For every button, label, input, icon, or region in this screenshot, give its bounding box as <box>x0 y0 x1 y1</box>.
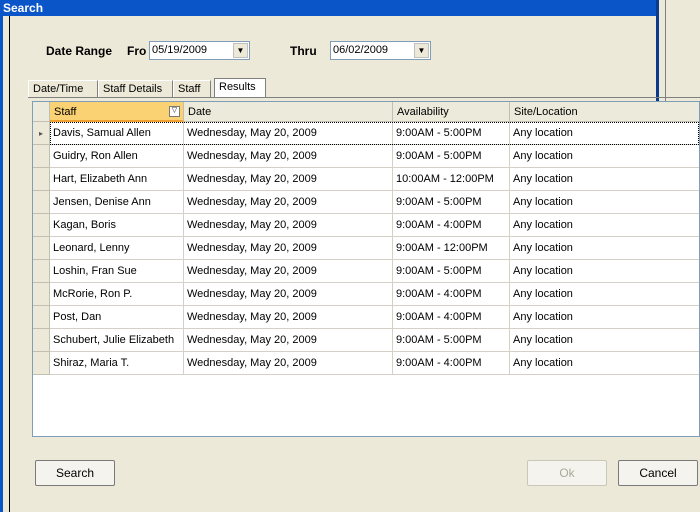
table-cell[interactable]: Wednesday, May 20, 2009 <box>184 122 393 145</box>
row-header[interactable] <box>33 214 50 237</box>
table-cell[interactable]: Kagan, Boris <box>50 214 184 237</box>
column-header-label: Staff <box>54 106 77 118</box>
row-header[interactable] <box>33 260 50 283</box>
row-header[interactable] <box>33 352 50 375</box>
table-cell[interactable]: 9:00AM - 4:00PM <box>393 283 510 306</box>
date-range-label: Date Range <box>46 44 113 58</box>
table-cell[interactable]: McRorie, Ron P. <box>50 283 184 306</box>
table-cell[interactable]: Loshin, Fran Sue <box>50 260 184 283</box>
filter-icon[interactable]: ▽ <box>169 106 180 117</box>
table-cell[interactable]: Any location <box>510 283 699 306</box>
ok-button[interactable]: Ok <box>527 460 607 486</box>
row-header[interactable] <box>33 329 50 352</box>
table-cell[interactable]: Jensen, Denise Ann <box>50 191 184 214</box>
chevron-down-icon[interactable]: ▼ <box>233 43 248 58</box>
table-cell[interactable]: Schubert, Julie Elizabeth <box>50 329 184 352</box>
table-cell[interactable]: 9:00AM - 5:00PM <box>393 145 510 168</box>
table-cell[interactable]: Post, Dan <box>50 306 184 329</box>
row-header[interactable] <box>33 168 50 191</box>
table-cell[interactable]: 9:00AM - 5:00PM <box>393 329 510 352</box>
table-cell[interactable]: Wednesday, May 20, 2009 <box>184 283 393 306</box>
table-cell[interactable]: Hart, Elizabeth Ann <box>50 168 184 191</box>
table-cell[interactable]: Any location <box>510 260 699 283</box>
row-header[interactable] <box>33 191 50 214</box>
table-cell[interactable]: Leonard, Lenny <box>50 237 184 260</box>
column-header-staff[interactable]: Staff ▽ <box>50 102 184 122</box>
table-cell[interactable]: Wednesday, May 20, 2009 <box>184 329 393 352</box>
table-cell[interactable]: 9:00AM - 12:00PM <box>393 237 510 260</box>
tab-staff-details[interactable]: Staff Details <box>98 80 173 97</box>
tab-results[interactable]: Results <box>214 78 266 98</box>
table-cell[interactable]: Wednesday, May 20, 2009 <box>184 260 393 283</box>
table-cell[interactable]: Guidry, Ron Allen <box>50 145 184 168</box>
table-cell[interactable]: Wednesday, May 20, 2009 <box>184 145 393 168</box>
table-cell[interactable]: Shiraz, Maria T. <box>50 352 184 375</box>
table-cell[interactable]: Any location <box>510 306 699 329</box>
table-cell[interactable]: Any location <box>510 191 699 214</box>
table-cell[interactable]: Wednesday, May 20, 2009 <box>184 352 393 375</box>
window-frame-left <box>0 16 3 512</box>
table-cell[interactable]: 9:00AM - 5:00PM <box>393 122 510 145</box>
table-cell[interactable]: Wednesday, May 20, 2009 <box>184 237 393 260</box>
tab-staff[interactable]: Staff <box>173 80 211 97</box>
results-grid[interactable]: Staff ▽ Date Availability Site/Location … <box>32 101 700 437</box>
table-cell[interactable]: 9:00AM - 4:00PM <box>393 352 510 375</box>
from-date-combo[interactable]: 05/19/2009 ▼ <box>149 41 250 60</box>
table-cell[interactable]: 9:00AM - 5:00PM <box>393 260 510 283</box>
table-cell[interactable]: Any location <box>510 145 699 168</box>
table-cell[interactable]: Davis, Samual Allen <box>50 122 184 145</box>
table-cell[interactable]: Any location <box>510 214 699 237</box>
table-cell[interactable]: 10:00AM - 12:00PM <box>393 168 510 191</box>
thru-date-value: 06/02/2009 <box>333 44 389 56</box>
table-cell[interactable]: 9:00AM - 4:00PM <box>393 306 510 329</box>
grid-corner <box>33 102 50 122</box>
cancel-button[interactable]: Cancel <box>618 460 698 486</box>
table-cell[interactable]: Any location <box>510 352 699 375</box>
table-cell[interactable]: Any location <box>510 168 699 191</box>
table-cell[interactable]: Any location <box>510 329 699 352</box>
row-header[interactable]: ▸ <box>33 122 50 145</box>
column-header-availability[interactable]: Availability <box>393 102 510 122</box>
tab-date-time[interactable]: Date/Time <box>28 80 98 97</box>
thru-label: Thru <box>290 44 317 58</box>
table-cell[interactable]: Wednesday, May 20, 2009 <box>184 214 393 237</box>
thru-date-combo[interactable]: 06/02/2009 ▼ <box>330 41 431 60</box>
table-cell[interactable]: Wednesday, May 20, 2009 <box>184 168 393 191</box>
search-button[interactable]: Search <box>35 460 115 486</box>
column-header-date[interactable]: Date <box>184 102 393 122</box>
from-label: Fro <box>127 44 147 58</box>
table-cell[interactable]: Wednesday, May 20, 2009 <box>184 306 393 329</box>
window-title: Search <box>0 0 700 16</box>
row-header[interactable] <box>33 237 50 260</box>
row-header[interactable] <box>33 145 50 168</box>
table-cell[interactable]: 9:00AM - 5:00PM <box>393 191 510 214</box>
table-cell[interactable]: 9:00AM - 4:00PM <box>393 214 510 237</box>
column-header-site-location[interactable]: Site/Location <box>510 102 699 122</box>
row-header[interactable] <box>33 283 50 306</box>
row-header[interactable] <box>33 306 50 329</box>
table-cell[interactable]: Wednesday, May 20, 2009 <box>184 191 393 214</box>
chevron-down-icon[interactable]: ▼ <box>414 43 429 58</box>
window-frame-inner <box>9 16 10 512</box>
search-window: Search Date Range Fro 05/19/2009 ▼ Thru … <box>0 0 700 512</box>
table-cell[interactable]: Any location <box>510 237 699 260</box>
from-date-value: 05/19/2009 <box>152 44 208 56</box>
table-cell[interactable]: Any location <box>510 122 699 145</box>
